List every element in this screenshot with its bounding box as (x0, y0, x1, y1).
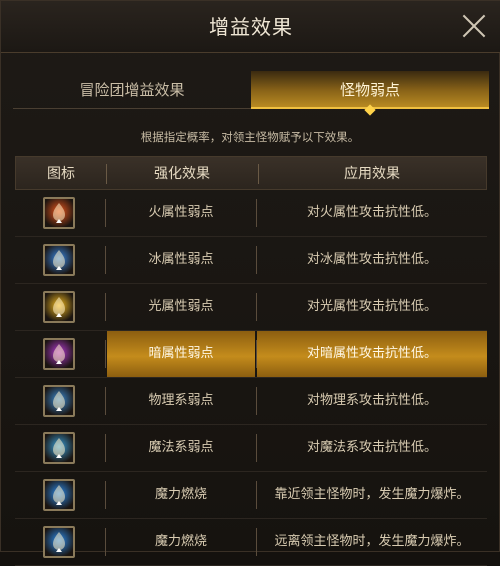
fire-weakness-icon (43, 197, 75, 229)
icon-cell (15, 519, 105, 565)
apply-cell: 对火属性攻击抗性低。 (306, 205, 437, 220)
table-header: 图标 强化效果 应用效果 (15, 156, 487, 190)
table-body: 火属性弱点 对火属性攻击抗性低。冰属性弱点 对冰属性攻击抗性低。光属性弱点 对光属性攻… (15, 190, 487, 566)
icon-cell (15, 331, 105, 377)
effect-cell: 魔法系弱点 (148, 440, 214, 455)
table-row[interactable]: 火属性弱点 对火属性攻击抗性低。 (15, 190, 487, 237)
apply-cell: 对冰属性攻击抗性低。 (306, 252, 437, 267)
row-divider (105, 387, 106, 415)
row-divider (105, 434, 106, 462)
table-row[interactable]: 魔力燃烧 靠近领主怪物时，发生魔力爆炸。 (15, 472, 487, 519)
icon-cell (15, 284, 105, 330)
effect-cell: 魔力燃烧 (154, 487, 207, 502)
table-row[interactable]: 冰属性弱点 对冰属性攻击抗性低。 (15, 237, 487, 284)
effect-cell: 物理系弱点 (148, 393, 214, 408)
effect-cell: 暗属性弱点 (107, 331, 255, 377)
description-text: 根据指定概率，对领主怪物赋予以下效果。 (140, 130, 360, 144)
table-row[interactable]: 暗属性弱点 对暗属性攻击抗性低。 (15, 331, 487, 378)
effect-cell: 光属性弱点 (148, 299, 214, 314)
effects-table: 图标 强化效果 应用效果 火属性弱点 对火属性攻击抗性低。冰属性弱点 对冰属性攻击抗… (15, 156, 487, 566)
effect-cell: 魔力燃烧 (154, 534, 207, 549)
dark-weakness-icon (43, 338, 75, 370)
icon-cell (15, 378, 105, 424)
effect-cell: 冰属性弱点 (148, 252, 214, 267)
row-divider (105, 246, 106, 274)
table-row[interactable]: 物理系弱点 对物理系攻击抗性低。 (15, 378, 487, 425)
active-tab-marker-icon (364, 104, 376, 116)
apply-cell: 对光属性攻击抗性低。 (306, 299, 437, 314)
apply-cell: 对物理系攻击抗性低。 (306, 393, 437, 408)
row-divider (105, 199, 106, 227)
tab-adventure-team-buffs[interactable]: 冒险团增益效果 (13, 71, 251, 109)
table-row[interactable]: 光属性弱点 对光属性攻击抗性低。 (15, 284, 487, 331)
apply-cell: 对魔法系攻击抗性低。 (306, 440, 437, 455)
light-weakness-icon (43, 291, 75, 323)
close-icon[interactable] (461, 13, 487, 39)
apply-cell: 靠近领主怪物时，发生魔力爆炸。 (274, 487, 470, 502)
row-divider (105, 293, 106, 321)
physical-weakness-icon (43, 385, 75, 417)
tab-monster-weakness-label: 怪物弱点 (339, 81, 400, 99)
apply-cell: 对暗属性攻击抗性低。 (257, 331, 487, 377)
header-effect: 强化效果 (154, 166, 210, 182)
title-bar: 增益效果 (1, 1, 500, 53)
effect-cell: 火属性弱点 (148, 205, 214, 220)
icon-cell (15, 425, 105, 471)
header-icon: 图标 (47, 166, 75, 182)
buff-effects-window: 增益效果 冒险团增益效果 怪物弱点 根据指定概率，对领主怪物赋予以下效果。 图标… (0, 0, 500, 566)
apply-cell: 远离领主怪物时，发生魔力爆炸。 (274, 534, 470, 549)
table-row[interactable]: 魔法系弱点 对魔法系攻击抗性低。 (15, 425, 487, 472)
magic-weakness-icon (43, 432, 75, 464)
icon-cell (15, 190, 105, 236)
table-row[interactable]: 魔力燃烧 远离领主怪物时，发生魔力爆炸。 (15, 519, 487, 566)
ice-weakness-icon (43, 244, 75, 276)
mana-burn-approach-icon (43, 479, 75, 511)
icon-cell (15, 237, 105, 283)
icon-cell (15, 472, 105, 518)
mana-burn-distance-icon (43, 526, 75, 558)
tab-bar: 冒险团增益效果 怪物弱点 (13, 71, 489, 116)
row-divider (105, 481, 106, 509)
window-title: 增益效果 (209, 15, 293, 39)
row-divider (105, 340, 106, 368)
tab-monster-weakness[interactable]: 怪物弱点 (251, 71, 489, 116)
header-apply: 应用效果 (344, 166, 400, 182)
